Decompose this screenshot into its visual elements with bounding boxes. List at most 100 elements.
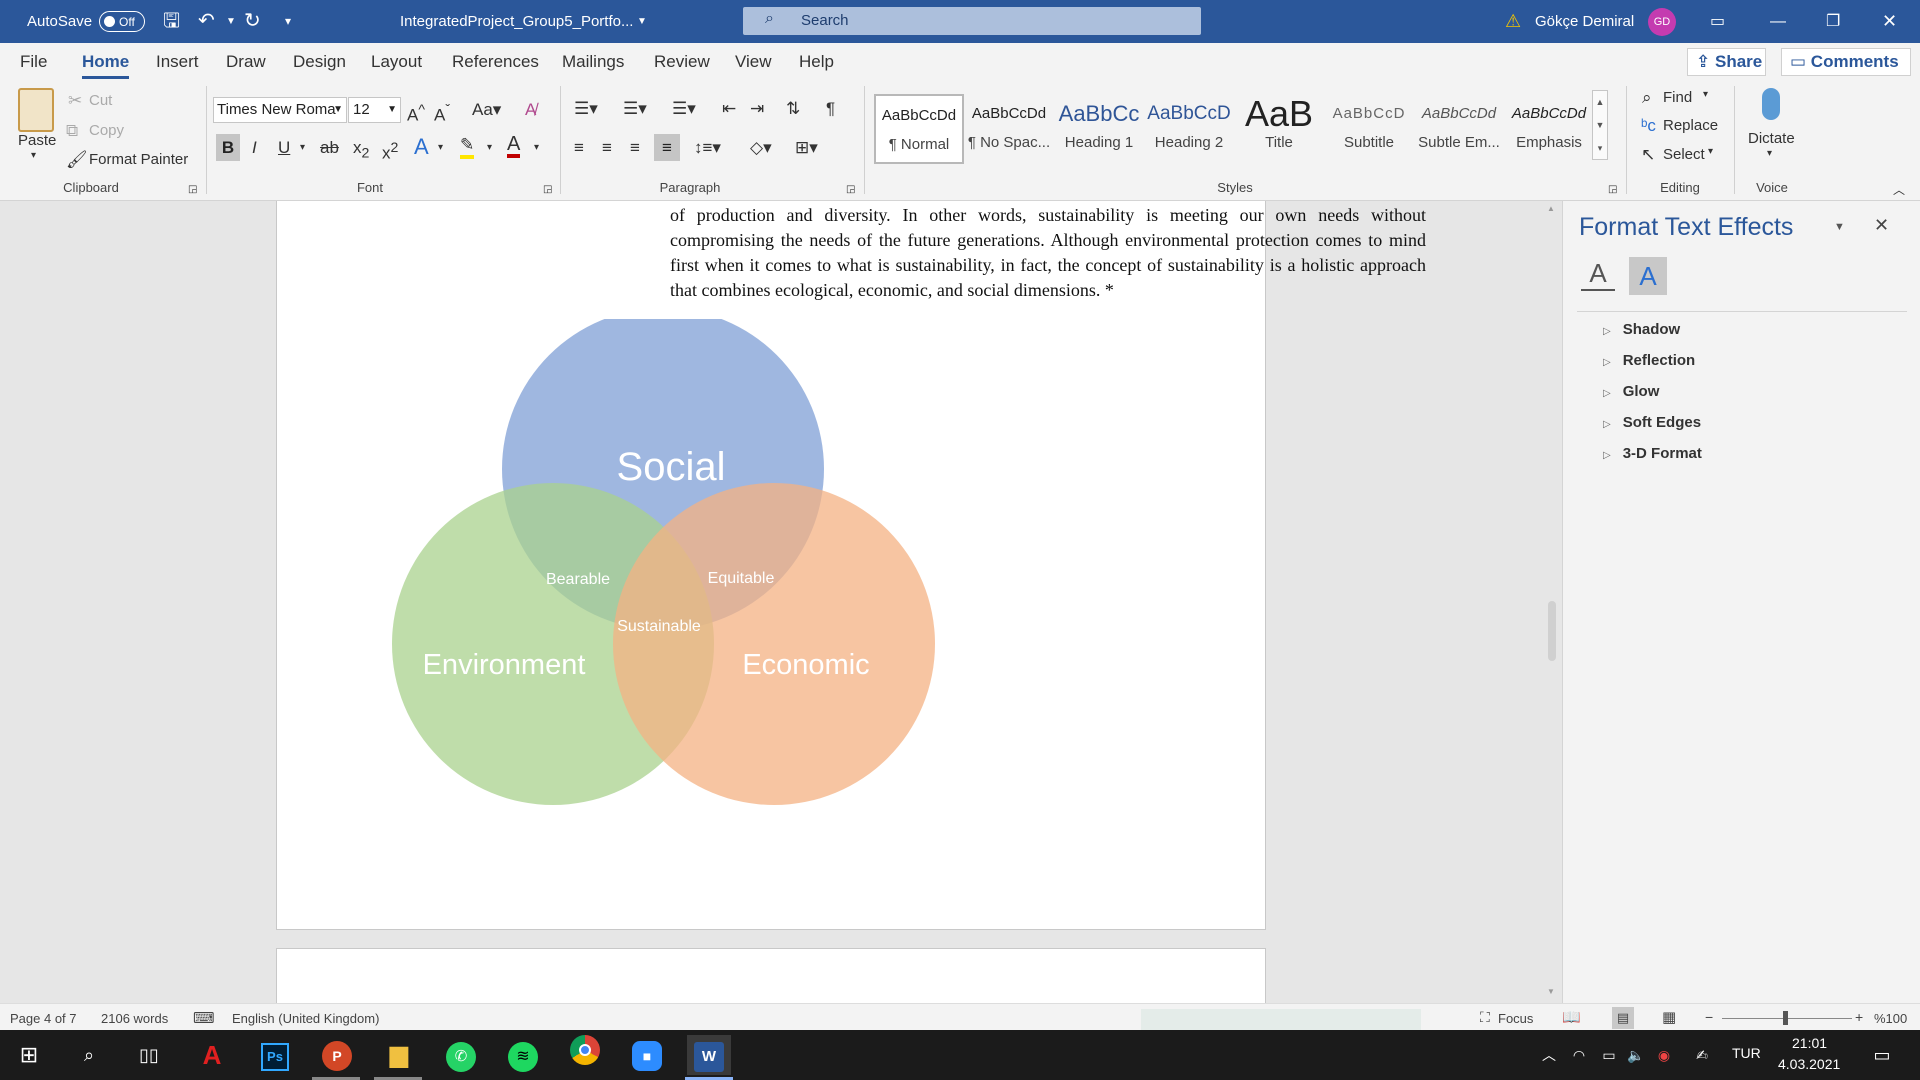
reflection-section[interactable]: ▷ Reflection — [1603, 349, 1695, 373]
change-case-icon[interactable]: Aa▾ — [472, 99, 501, 121]
format-painter-button[interactable]: Format Painter — [89, 151, 188, 168]
close-icon[interactable]: ✕ — [1882, 0, 1897, 43]
bold-button[interactable]: B — [216, 134, 240, 161]
style-subtle-emphasis[interactable]: AaBbCcDd Subtle Em... — [1414, 94, 1504, 164]
word-count[interactable]: 2106 words — [101, 1011, 168, 1026]
highlight-icon[interactable]: ✎ — [460, 135, 475, 159]
windows-start-icon[interactable]: ⊞ — [7, 1035, 51, 1075]
tab-review[interactable]: Review — [654, 43, 710, 80]
tab-file[interactable]: File — [20, 43, 47, 80]
styles-scroll[interactable]: ▲ ▼ ▾ — [1592, 90, 1608, 160]
scroll-up-icon[interactable]: ▲ — [1547, 204, 1555, 213]
tab-references[interactable]: References — [452, 43, 539, 80]
zoom-app-icon[interactable]: ■ — [625, 1035, 669, 1075]
paste-dropdown-icon[interactable]: ▾ — [31, 150, 36, 161]
focus-button[interactable]: Focus — [1498, 1011, 1533, 1026]
undo-dropdown-icon[interactable]: ▼ — [226, 0, 236, 43]
shadow-section[interactable]: ▷ Shadow — [1603, 318, 1680, 342]
underline-button[interactable]: U — [278, 137, 290, 159]
style-title[interactable]: AaB Title — [1234, 94, 1324, 164]
justify-button[interactable]: ≡ — [654, 134, 680, 161]
pane-options-dropdown-icon[interactable]: ▼ — [1834, 221, 1845, 233]
style-heading-2[interactable]: AaBbCcD Heading 2 — [1144, 94, 1234, 164]
tab-design[interactable]: Design — [293, 43, 346, 80]
dictate-button[interactable]: Dictate — [1748, 130, 1795, 147]
user-name[interactable]: Gökçe Demiral — [1535, 0, 1634, 43]
restore-icon[interactable]: ❐ — [1826, 0, 1840, 43]
scroll-down-icon[interactable]: ▼ — [1547, 987, 1555, 996]
sort-icon[interactable]: ⇅ — [786, 98, 800, 120]
paragraph-launcher-icon[interactable]: ◲ — [846, 179, 855, 201]
autosave-toggle[interactable]: Off — [99, 11, 145, 32]
title-dropdown-icon[interactable]: ▼ — [637, 0, 647, 43]
increase-indent-icon[interactable]: ⇥ — [750, 98, 764, 120]
tab-home[interactable]: Home — [82, 43, 129, 80]
minimize-icon[interactable]: — — [1770, 0, 1786, 43]
decrease-indent-icon[interactable]: ⇤ — [722, 98, 736, 120]
zoom-out-icon[interactable]: − — [1705, 1009, 1713, 1025]
scroll-thumb[interactable] — [1548, 601, 1556, 661]
task-view-icon[interactable]: ▯▯ — [127, 1035, 171, 1075]
strikethrough-button[interactable]: ab — [320, 137, 339, 159]
tab-help[interactable]: Help — [799, 43, 834, 80]
superscript-button[interactable]: x2 — [382, 137, 398, 165]
tab-draw[interactable]: Draw — [226, 43, 266, 80]
zoom-in-icon[interactable]: + — [1855, 1009, 1863, 1025]
tab-insert[interactable]: Insert — [156, 43, 199, 80]
cut-button[interactable]: Cut — [89, 92, 112, 109]
pen-icon[interactable]: ✍ — [1680, 1035, 1724, 1075]
chrome-icon[interactable] — [563, 1035, 607, 1075]
font-name-select[interactable]: Times New Roma ▼ — [213, 97, 347, 123]
font-size-select[interactable]: 12 ▼ — [348, 97, 401, 123]
language-status[interactable]: English (United Kingdom) — [232, 1011, 379, 1026]
text-effects-dropdown-icon[interactable]: ▾ — [438, 137, 443, 159]
zoom-slider[interactable] — [1722, 1011, 1852, 1025]
align-center-icon[interactable]: ≡ — [602, 137, 612, 159]
input-language[interactable]: TUR — [1732, 1045, 1761, 1061]
ribbon-display-icon[interactable]: ▭ — [1710, 0, 1725, 43]
shading-icon[interactable]: ◇▾ — [750, 137, 772, 159]
copy-button[interactable]: Copy — [89, 122, 124, 139]
undo-icon[interactable]: ↶ — [198, 0, 215, 43]
collapse-ribbon-icon[interactable]: ︿ — [1893, 179, 1905, 201]
align-right-icon[interactable]: ≡ — [630, 137, 640, 159]
borders-icon[interactable]: ⊞▾ — [795, 137, 818, 159]
body-paragraph[interactable]: The term of sustainability is creating a… — [670, 201, 1426, 303]
search-icon[interactable]: ⌕ — [67, 1035, 111, 1075]
tab-mailings[interactable]: Mailings — [562, 43, 624, 80]
font-color-dropdown-icon[interactable]: ▾ — [534, 137, 539, 159]
document-title[interactable]: IntegratedProject_Group5_Portfo... — [400, 0, 633, 43]
style-heading-1[interactable]: AaBbCc Heading 1 — [1054, 94, 1144, 164]
multilevel-list-icon[interactable]: ☰▾ — [672, 98, 696, 120]
font-color-icon[interactable]: A — [507, 134, 521, 158]
clipboard-launcher-icon[interactable]: ◲ — [188, 179, 197, 201]
acrobat-icon[interactable]: A — [190, 1035, 234, 1075]
replace-button[interactable]: Replace — [1663, 117, 1718, 134]
zoom-slider-thumb[interactable] — [1783, 1011, 1788, 1025]
underline-dropdown-icon[interactable]: ▾ — [300, 137, 305, 159]
align-left-icon[interactable]: ≡ — [574, 137, 584, 159]
comments-button[interactable]: ▭ Comments — [1781, 48, 1911, 76]
subscript-button[interactable]: x2 — [353, 137, 369, 164]
text-fill-outline-icon[interactable]: A — [1581, 257, 1615, 291]
clock-time[interactable]: 21:01 — [1792, 1035, 1827, 1051]
style-emphasis[interactable]: AaBbCcDd Emphasis — [1504, 94, 1594, 164]
numbering-icon[interactable]: ☰▾ — [623, 98, 647, 120]
highlight-dropdown-icon[interactable]: ▾ — [487, 137, 492, 159]
select-dropdown-icon[interactable]: ▾ — [1708, 146, 1713, 157]
web-layout-icon[interactable]: ▦ — [1662, 1008, 1676, 1026]
soft-edges-section[interactable]: ▷ Soft Edges — [1603, 411, 1701, 435]
print-layout-icon[interactable]: ▤ — [1612, 1007, 1634, 1029]
next-page[interactable] — [276, 948, 1266, 1003]
text-effects-icon[interactable]: A — [414, 136, 429, 158]
page-count[interactable]: Page 4 of 7 — [10, 1011, 77, 1026]
style-subtitle[interactable]: AaBbCcD Subtitle — [1324, 94, 1414, 164]
warning-icon[interactable]: ⚠ — [1505, 0, 1521, 43]
find-button[interactable]: Find — [1663, 89, 1692, 106]
whatsapp-icon[interactable]: ✆ — [439, 1035, 483, 1075]
show-formatting-icon[interactable]: ¶ — [826, 98, 835, 120]
proofing-icon[interactable]: ⌨ — [193, 1009, 215, 1027]
paste-icon[interactable] — [18, 88, 54, 132]
photoshop-icon[interactable]: Ps — [253, 1035, 297, 1075]
shrink-font-icon[interactable]: Aˇ — [434, 99, 450, 127]
